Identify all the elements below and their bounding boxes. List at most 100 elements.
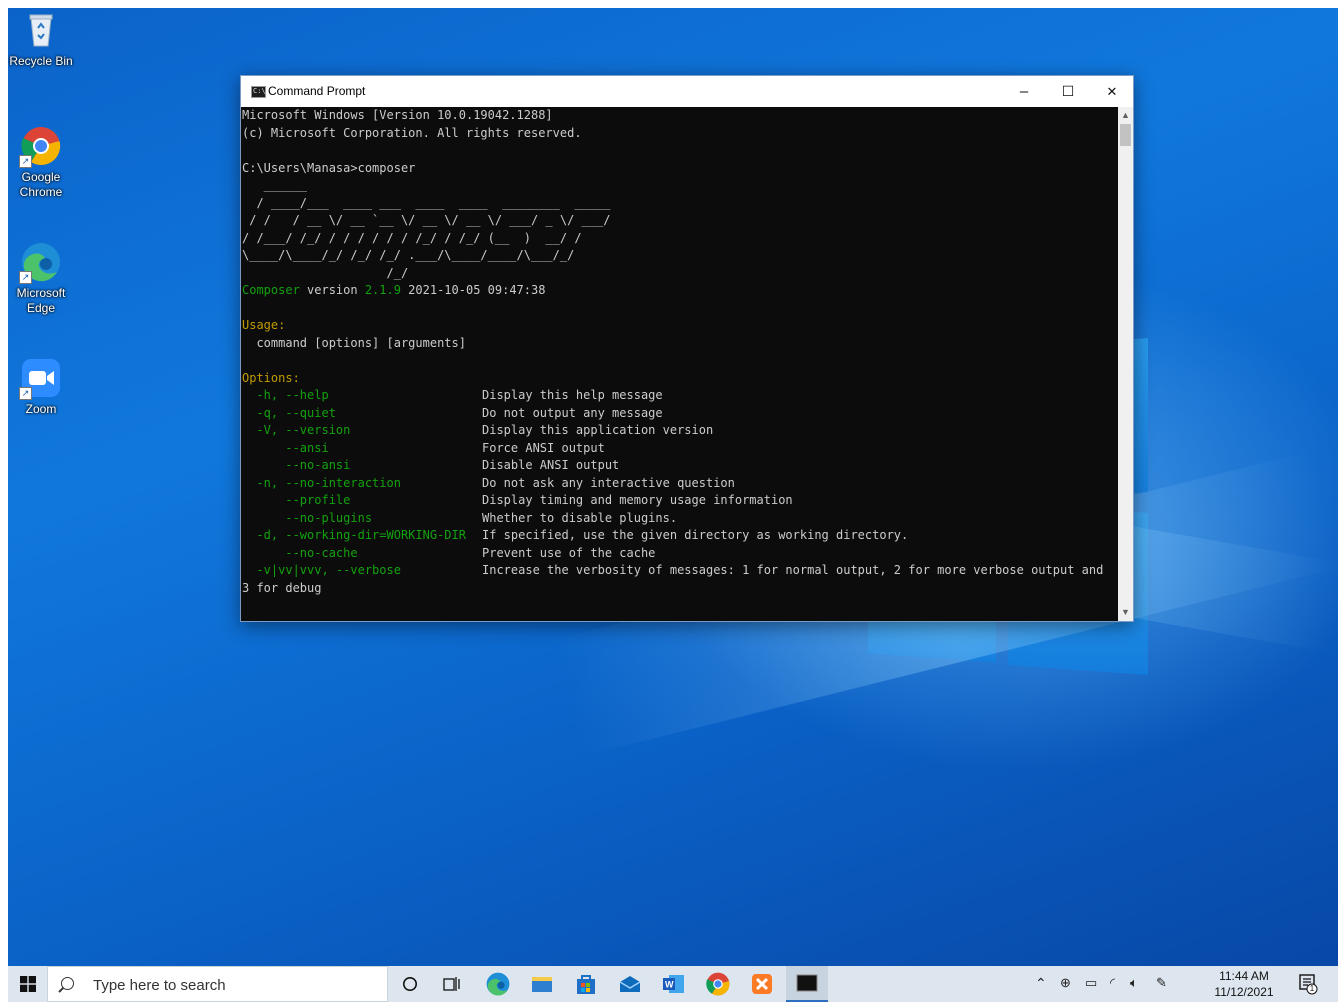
edge-icon: ↗ (19, 242, 61, 284)
option-row: -n, --no-interaction Do not ask any inter… (242, 475, 1118, 493)
pen-icon[interactable]: ✎ (1156, 975, 1167, 991)
show-hidden-icons-chevron-icon[interactable]: ⌃ (1035, 975, 1047, 992)
usage-line: command [options] [arguments] (242, 335, 466, 350)
version-line: Composer version 2.1.9 2021-10-05 09:47:… (242, 282, 1118, 300)
desktop-icon-google-chrome[interactable]: ↗ Google Chrome (8, 126, 74, 200)
option-description: Do not ask any interactive question (482, 475, 735, 490)
console-output[interactable]: Microsoft Windows [Version 10.0.19042.12… (241, 107, 1118, 621)
option-flag: -V, --version (242, 423, 351, 437)
composer-banner-line: /_/ (242, 265, 409, 280)
option-flag: --no-cache (242, 545, 358, 560)
vertical-scrollbar[interactable]: ▲ ▼ (1118, 107, 1133, 621)
desktop-icon-label: Google Chrome (19, 170, 63, 199)
recycle-bin-icon (21, 10, 61, 50)
version-label: version (299, 283, 365, 297)
taskbar-xampp[interactable] (742, 966, 782, 1002)
taskbar-edge[interactable] (478, 966, 518, 1002)
battery-icon[interactable]: ▭ (1085, 975, 1097, 991)
option-flag: --no-ansi (242, 458, 351, 472)
option-flag: --profile (242, 493, 351, 507)
console-prompt-line: C:\Users\Manasa>composer (242, 160, 416, 175)
console-line: Microsoft Windows [Version 10.0.19042.12… (242, 108, 553, 122)
taskbar-chrome[interactable] (698, 966, 738, 1002)
option-description: Display this application version (482, 423, 714, 437)
cortana-button[interactable] (392, 966, 428, 1002)
zoom-icon: ↗ (19, 358, 61, 400)
task-view-icon (443, 977, 460, 991)
desktop-icon-label: Zoom (25, 402, 57, 416)
taskbar-command-prompt[interactable] (786, 966, 828, 1002)
option-row: --no-ansi Disable ANSI output (242, 457, 1118, 475)
minimize-button[interactable]: – (1002, 76, 1046, 107)
option-description: If specified, use the given directory as… (482, 528, 909, 542)
close-button[interactable]: ✕ (1090, 76, 1134, 107)
option-row: --no-cache Prevent use of the cache (242, 545, 1118, 563)
option-row: -v|vv|vvv, --verbose Increase the verbosi… (242, 562, 1118, 580)
option-description: Increase the verbosity of messages: 1 fo… (482, 563, 1104, 577)
option-row: -h, --help Display this help message (242, 387, 1118, 405)
option-row: --no-plugins Whether to disable plugins. (242, 510, 1118, 528)
scroll-up-arrow-icon[interactable]: ▲ (1118, 107, 1133, 124)
folder-icon (532, 977, 552, 992)
word-icon: W (663, 975, 684, 993)
option-row: -q, --quiet Do not output any message (242, 405, 1118, 423)
store-bag-icon (577, 975, 595, 994)
desktop-icon-label: Recycle Bin (9, 54, 73, 68)
option-row: -V, --version Display this application ve… (242, 422, 1118, 440)
start-button[interactable] (8, 966, 47, 1002)
option-flag: -q, --quiet (242, 405, 336, 420)
notification-icon (1299, 974, 1318, 995)
edge-icon (486, 972, 510, 996)
scrollbar-thumb[interactable] (1120, 124, 1131, 146)
option-flag: -d, --working-dir=WORKING-DIR (242, 528, 466, 542)
maximize-button[interactable]: ☐ (1046, 76, 1090, 107)
option-row: --ansi Force ANSI output (242, 440, 1118, 458)
shortcut-arrow-icon: ↗ (19, 387, 32, 400)
console-line: (c) Microsoft Corporation. All rights re… (242, 125, 582, 140)
composer-banner-line: / /___/ /_/ / / / / / / /_/ / /_/ (__ ) … (242, 230, 582, 245)
cmd-app-icon: C:\ (251, 86, 266, 98)
option-description: Disable ANSI output (482, 458, 620, 472)
option-description: Force ANSI output (482, 440, 605, 455)
usage-heading: Usage: (242, 318, 286, 332)
taskbar-file-explorer[interactable] (522, 966, 562, 1002)
command-prompt-window[interactable]: C:\ Command Prompt – ☐ ✕ Microsoft Windo… (240, 75, 1134, 622)
window-title: Command Prompt (268, 84, 366, 98)
clock-date: 11/12/2021 (1214, 985, 1274, 999)
option-description: Display this help message (482, 388, 663, 402)
option-flag: -h, --help (242, 388, 329, 402)
window-title-bar[interactable]: C:\ Command Prompt – ☐ ✕ (241, 76, 1133, 107)
scroll-down-arrow-icon[interactable]: ▼ (1118, 604, 1133, 621)
taskbar-word[interactable]: W (654, 966, 694, 1002)
option-row: -d, --working-dir=WORKING-DIR If specifie… (242, 527, 1118, 545)
option-flag: -n, --no-interaction (242, 475, 401, 490)
option-flag: -v|vv|vvv, --verbose (242, 563, 401, 577)
cmd-icon (796, 974, 818, 992)
chrome-icon: ↗ (19, 126, 61, 168)
chrome-icon (706, 972, 730, 996)
desktop-icon-zoom[interactable]: ↗ Zoom (8, 358, 74, 417)
action-center-button[interactable]: 1 (1298, 973, 1318, 995)
cortana-circle-icon (403, 977, 417, 991)
task-view-button[interactable] (434, 966, 470, 1002)
windows-logo-icon (19, 976, 36, 992)
desktop-icon-microsoft-edge[interactable]: ↗ Microsoft Edge (8, 242, 74, 316)
taskbar: Type here to search W ⌃ ⊕ ▭ ◜ 🔈︎ ✎ 11:44… (8, 966, 1338, 1002)
desktop: Recycle Bin ↗ Google Chrome ↗ Microsoft … (8, 8, 1338, 966)
version-number: 2.1.9 (364, 283, 401, 297)
people-icon[interactable]: ⊕ (1060, 975, 1071, 991)
option-description: Whether to disable plugins. (482, 510, 678, 525)
taskbar-mail[interactable] (610, 966, 650, 1002)
taskbar-store[interactable] (566, 966, 606, 1002)
wifi-icon[interactable]: ◜ (1110, 975, 1115, 991)
search-icon (61, 977, 74, 990)
shortcut-arrow-icon: ↗ (19, 155, 32, 168)
taskbar-search-box[interactable]: Type here to search (47, 966, 388, 1002)
clock[interactable]: 11:44 AM 11/12/2021 (1214, 968, 1274, 1000)
svg-text:W: W (665, 980, 674, 990)
desktop-icon-recycle-bin[interactable]: Recycle Bin (8, 10, 74, 69)
volume-icon[interactable]: 🔈︎ (1130, 975, 1138, 991)
